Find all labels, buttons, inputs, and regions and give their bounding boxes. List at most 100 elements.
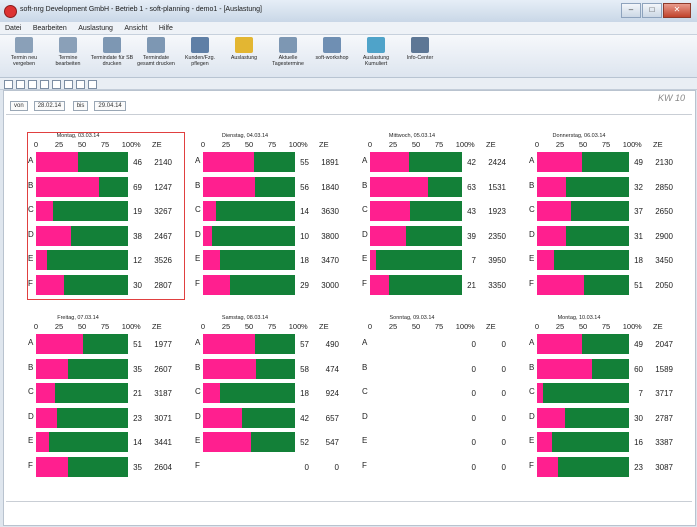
help-icon[interactable]: [76, 80, 85, 89]
resource-row[interactable]: C 43 1923: [362, 201, 518, 221]
resource-row[interactable]: A 46 2140: [28, 152, 184, 172]
day-chart-panel[interactable]: Samstag, 08.03.14 0 25 50 75 100% ZE A 57 490 B 58 4…: [195, 315, 351, 481]
day-chart-panel[interactable]: Donnerstag, 06.03.14 0 25 50 75 100% ZE A 49 2130…: [529, 133, 685, 299]
resource-row[interactable]: B 35 2607: [28, 358, 184, 379]
resource-row[interactable]: A 51 1977: [28, 334, 184, 354]
chart-icon[interactable]: [64, 80, 73, 89]
ribbon-button-9[interactable]: Auslastung Kumuliert: [354, 37, 398, 75]
day-chart-panel[interactable]: Dienstag, 04.03.14 0 25 50 75 100% ZE A 55 1891 B 5…: [195, 133, 351, 299]
resource-row[interactable]: E 7 3950: [362, 250, 518, 270]
resource-row[interactable]: F 0 0: [195, 457, 351, 477]
resource-row[interactable]: B 58 474: [195, 358, 351, 379]
resource-row[interactable]: E 16 3387: [529, 432, 685, 452]
day-chart-panel[interactable]: Freitag, 07.03.14 0 25 50 75 100% ZE A 51 1977 B 35…: [28, 315, 184, 481]
resource-row[interactable]: B 63 1531: [362, 176, 518, 197]
free-segment: [592, 358, 629, 379]
day-chart-panel[interactable]: Montag, 10.03.14 0 25 50 75 100% ZE A 49 2047 B 60 1…: [529, 315, 685, 481]
resource-row[interactable]: B 60 1589: [529, 358, 685, 379]
resource-row[interactable]: D 30 2787: [529, 407, 685, 428]
resource-row[interactable]: B 0 0: [362, 359, 518, 379]
resource-row[interactable]: E 18 3470: [195, 250, 351, 270]
window-title: soft-nrg Development GmbH - Betrieb 1 - …: [20, 6, 262, 13]
resource-row[interactable]: A 49 2047: [529, 334, 685, 354]
resource-row[interactable]: F 23 3087: [529, 456, 685, 477]
resource-row[interactable]: F 51 2050: [529, 274, 685, 295]
resource-row[interactable]: B 56 1840: [195, 176, 351, 197]
resource-row[interactable]: C 0 0: [362, 383, 518, 403]
resource-row[interactable]: C 18 924: [195, 383, 351, 403]
resource-row[interactable]: E 14 3441: [28, 432, 184, 452]
ze-column-header: ZE: [319, 140, 329, 149]
free-segment: [250, 432, 295, 452]
users-icon[interactable]: [88, 80, 97, 89]
resource-row[interactable]: F 30 2807: [28, 274, 184, 295]
resource-row[interactable]: A 57 490: [195, 334, 351, 354]
resource-row[interactable]: D 38 2467: [28, 225, 184, 246]
resource-row[interactable]: E 18 3450: [529, 250, 685, 270]
resource-row[interactable]: E 52 547: [195, 432, 351, 452]
to-date-field[interactable]: 29.04.14: [94, 101, 126, 111]
resource-row[interactable]: A 0 0: [362, 334, 518, 354]
ribbon-button-label: Aktuelle Tagestermine: [272, 55, 304, 67]
remaining-ze: 2604: [154, 462, 172, 472]
ribbon-button-3[interactable]: Termindate für SB drucken: [90, 37, 134, 75]
resource-row[interactable]: F 0 0: [362, 457, 518, 477]
utilization-percent: 69: [133, 182, 142, 192]
resource-row[interactable]: A 55 1891: [195, 152, 351, 172]
resource-row[interactable]: D 10 3800: [195, 225, 351, 246]
remaining-ze: 2467: [154, 231, 172, 241]
free-segment: [82, 334, 128, 354]
utilization-chart-icon: [235, 37, 253, 53]
resource-row[interactable]: D 42 657: [195, 407, 351, 428]
resource-row[interactable]: F 21 3350: [362, 274, 518, 295]
maximize-button[interactable]: □: [642, 3, 662, 18]
resource-row[interactable]: A 42 2424: [362, 152, 518, 172]
forward-arrow-icon[interactable]: [52, 80, 61, 89]
day-chart-panel[interactable]: Sonntag, 09.03.14 0 25 50 75 100% ZE A 0 0 B 0 0 C 0 0 D…: [362, 315, 518, 481]
menu-datei[interactable]: Datei: [0, 23, 25, 32]
ribbon-button-8[interactable]: soft-workshop: [310, 37, 354, 75]
ribbon-button-1[interactable]: Termin neu vergeben: [2, 37, 46, 75]
ribbon-button-4[interactable]: Termindate gesamt drucken: [134, 37, 178, 75]
free-segment: [558, 456, 629, 477]
day-chart-panel[interactable]: Montag, 03.03.14 0 25 50 75 100% ZE A 46 2140 B 69 1…: [27, 132, 185, 300]
zoom-icon[interactable]: [28, 80, 37, 89]
booked-segment: [36, 274, 64, 295]
ribbon-button-5[interactable]: Kunden/Fzg. pflegen: [178, 37, 222, 75]
open-document-icon[interactable]: [16, 80, 25, 89]
resource-row[interactable]: D 31 2900: [529, 225, 685, 246]
resource-row[interactable]: C 21 3187: [28, 383, 184, 403]
utilization-percent: 19: [133, 207, 142, 216]
menu-auslastung[interactable]: Auslastung: [73, 23, 117, 32]
from-date-field[interactable]: 28.02.14: [33, 101, 66, 111]
menu-ansicht[interactable]: Ansicht: [119, 23, 151, 32]
menu-hilfe[interactable]: Hilfe: [154, 23, 177, 32]
resource-row[interactable]: D 23 3071: [28, 407, 184, 428]
new-document-icon[interactable]: [4, 80, 13, 89]
resource-row[interactable]: E 12 3526: [28, 250, 184, 270]
resource-row[interactable]: F 29 3000: [195, 274, 351, 295]
resource-row[interactable]: C 19 3267: [28, 201, 184, 221]
resource-row[interactable]: C 7 3717: [529, 383, 685, 403]
close-button[interactable]: ✕: [663, 3, 691, 18]
resource-row[interactable]: D 0 0: [362, 408, 518, 428]
resource-row[interactable]: F 35 2604: [28, 456, 184, 477]
free-segment: [63, 274, 128, 295]
ribbon-button-6[interactable]: Auslastung: [222, 37, 266, 75]
ribbon-button-10[interactable]: Info-Center: [398, 37, 442, 75]
resource-row[interactable]: C 14 3630: [195, 201, 351, 221]
ze-column-header: ZE: [486, 322, 496, 331]
ribbon-button-2[interactable]: Termine bearbeiten: [46, 37, 90, 75]
resource-row[interactable]: D 39 2350: [362, 225, 518, 246]
ribbon-button-7[interactable]: Aktuelle Tagestermine: [266, 37, 310, 75]
minimize-button[interactable]: –: [621, 3, 641, 18]
resource-row[interactable]: B 69 1247: [28, 176, 184, 197]
resource-row[interactable]: A 49 2130: [529, 152, 685, 172]
resource-row[interactable]: E 0 0: [362, 432, 518, 452]
day-chart-panel[interactable]: Mittwoch, 05.03.14 0 25 50 75 100% ZE A 42 2424 B 6…: [362, 133, 518, 299]
menu-bearbeiten[interactable]: Bearbeiten: [28, 23, 71, 32]
resource-row[interactable]: C 37 2650: [529, 201, 685, 221]
utilization-percent: 49: [634, 340, 643, 349]
resource-row[interactable]: B 32 2850: [529, 176, 685, 197]
back-arrow-icon[interactable]: [40, 80, 49, 89]
